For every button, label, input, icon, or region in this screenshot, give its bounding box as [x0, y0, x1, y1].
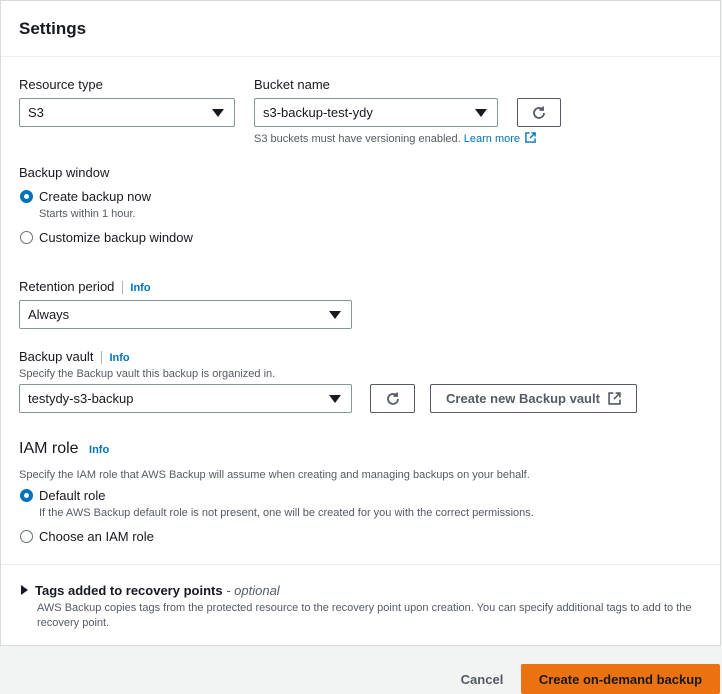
- choose-iam-role-label: Choose an IAM role: [39, 529, 154, 544]
- section-divider: [1, 564, 720, 565]
- tags-expander[interactable]: Tags added to recovery points - optional: [21, 583, 280, 598]
- chevron-down-icon: [329, 311, 341, 319]
- create-on-demand-backup-button[interactable]: Create on-demand backup: [521, 664, 720, 694]
- customize-window-radio[interactable]: [20, 231, 33, 244]
- settings-header: Settings: [1, 1, 720, 57]
- iam-role-heading: IAM role: [19, 440, 79, 457]
- default-role-desc: If the AWS Backup default role is not pr…: [39, 507, 534, 519]
- settings-panel: Settings Resource type S3 Bucket name s3…: [0, 0, 721, 646]
- refresh-buckets-button[interactable]: [517, 98, 561, 127]
- refresh-icon: [386, 392, 399, 405]
- tags-desc-2: recovery point.: [37, 617, 110, 629]
- create-now-radio[interactable]: [20, 190, 33, 203]
- resource-type-value: S3: [28, 105, 44, 120]
- choose-iam-role-radio[interactable]: [20, 530, 33, 543]
- bucket-hint: S3 buckets must have versioning enabled.…: [254, 132, 536, 145]
- iam-info-link[interactable]: Info: [89, 444, 109, 456]
- retention-value: Always: [28, 307, 70, 322]
- learn-more-label: Learn more: [463, 133, 521, 145]
- learn-more-link[interactable]: Learn more: [463, 132, 536, 145]
- resource-type-select[interactable]: S3: [19, 98, 235, 127]
- iam-desc: Specify the IAM role that AWS Backup wil…: [19, 469, 530, 481]
- tags-optional: - optional: [226, 583, 280, 598]
- default-role-radio[interactable]: [20, 489, 33, 502]
- create-vault-label: Create new Backup vault: [446, 391, 600, 406]
- bucket-hint-text: S3 buckets must have versioning enabled.: [254, 133, 461, 145]
- page-title: Settings: [19, 19, 87, 38]
- bucket-name-value: s3-backup-test-ydy: [263, 105, 373, 120]
- customize-window-label: Customize backup window: [39, 230, 193, 245]
- backup-window-label: Backup window: [19, 165, 110, 180]
- default-role-label: Default role: [39, 488, 106, 503]
- vault-info-link[interactable]: Info: [109, 352, 129, 364]
- retention-label-row: Retention period Info: [19, 279, 151, 295]
- create-now-desc: Starts within 1 hour.: [39, 208, 136, 220]
- vault-label: Backup vault: [19, 349, 94, 364]
- chevron-down-icon: [329, 395, 341, 403]
- iam-heading-row: IAM role Info: [19, 440, 109, 458]
- divider: [101, 351, 103, 365]
- bucket-name-select[interactable]: s3-backup-test-ydy: [254, 98, 498, 127]
- vault-desc: Specify the Backup vault this backup is …: [19, 368, 276, 380]
- chevron-down-icon: [475, 109, 487, 117]
- retention-info-link[interactable]: Info: [130, 282, 150, 294]
- backup-vault-select[interactable]: testydy-s3-backup: [19, 384, 352, 413]
- chevron-down-icon: [212, 109, 224, 117]
- external-link-icon: [608, 392, 621, 405]
- vault-label-row: Backup vault Info: [19, 349, 130, 365]
- create-now-label: Create backup now: [39, 189, 152, 204]
- resource-type-label: Resource type: [19, 77, 103, 92]
- create-vault-button[interactable]: Create new Backup vault: [430, 384, 637, 413]
- external-link-icon: [525, 132, 536, 143]
- refresh-vaults-button[interactable]: [370, 384, 415, 413]
- tags-desc-1: AWS Backup copies tags from the protecte…: [37, 602, 692, 614]
- retention-label: Retention period: [19, 279, 115, 294]
- caret-right-icon: [21, 585, 28, 595]
- bucket-name-label: Bucket name: [254, 77, 330, 92]
- tags-title: Tags added to recovery points: [35, 583, 223, 598]
- refresh-icon: [533, 106, 545, 119]
- divider: [122, 281, 124, 295]
- cancel-button[interactable]: Cancel: [446, 664, 518, 694]
- vault-value: testydy-s3-backup: [28, 391, 134, 406]
- retention-period-select[interactable]: Always: [19, 300, 352, 329]
